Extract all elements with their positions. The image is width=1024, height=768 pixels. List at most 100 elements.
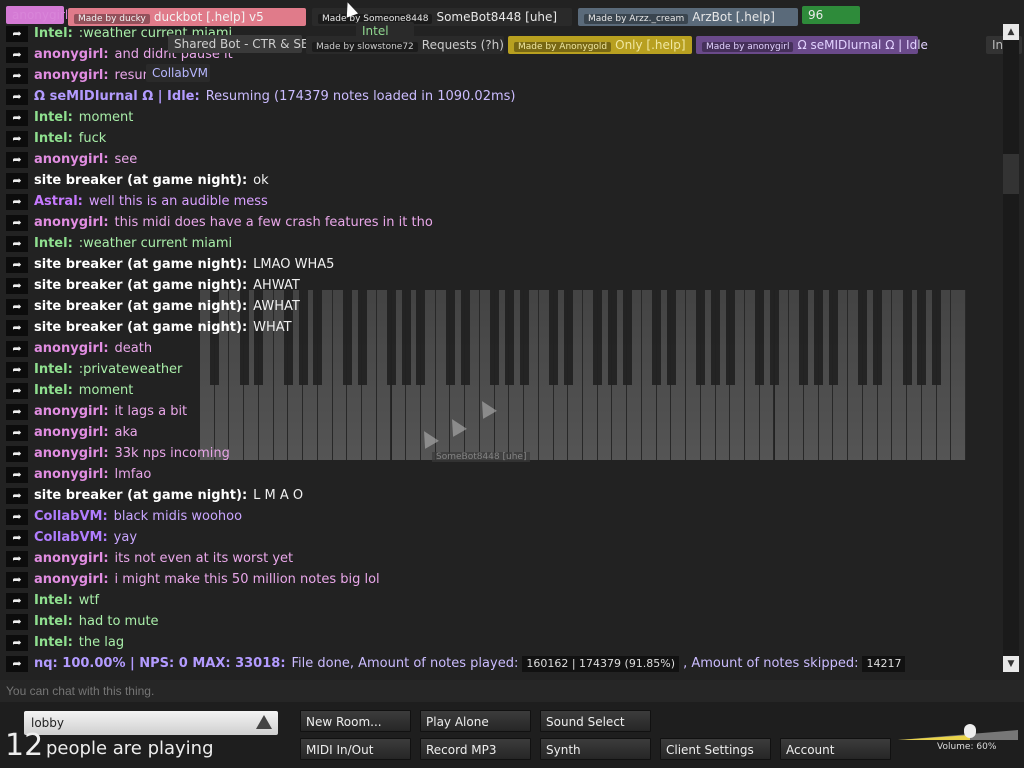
chat-author[interactable]: site breaker (at game night): bbox=[34, 278, 247, 293]
tag-only[interactable]: Made by Anonygold Only [.help] bbox=[508, 36, 692, 54]
chat-author[interactable]: Intel: bbox=[34, 131, 73, 146]
volume-knob[interactable] bbox=[964, 724, 976, 738]
reply-arrow-icon[interactable]: ➦ bbox=[6, 25, 28, 42]
reply-arrow-icon[interactable]: ➦ bbox=[6, 592, 28, 609]
reply-arrow-icon[interactable]: ➦ bbox=[6, 46, 28, 63]
reply-arrow-icon[interactable]: ➦ bbox=[6, 550, 28, 567]
reply-arrow-icon[interactable]: ➦ bbox=[6, 214, 28, 231]
reply-arrow-icon[interactable]: ➦ bbox=[6, 277, 28, 294]
tag-anonygirl[interactable]: anonygirl bbox=[6, 6, 68, 24]
chat-author[interactable]: anonygirl: bbox=[34, 68, 109, 83]
notes-skipped-chip: 14217 bbox=[862, 656, 906, 672]
tag-duckbot[interactable]: Made by ducky duckbot [.help] v5 bbox=[68, 8, 306, 26]
chat-author[interactable]: CollabVM: bbox=[34, 509, 108, 524]
chat-author[interactable]: Intel: bbox=[34, 26, 73, 41]
reply-arrow-icon[interactable]: ➦ bbox=[6, 256, 28, 273]
synth-button[interactable]: Synth bbox=[540, 738, 651, 760]
tag-label: Ω seMIDIurnal Ω | Idle bbox=[797, 38, 928, 52]
chat-author[interactable]: anonygirl: bbox=[34, 551, 109, 566]
reply-arrow-icon[interactable]: ➦ bbox=[6, 613, 28, 630]
play-alone-button[interactable]: Play Alone bbox=[420, 710, 531, 732]
chat-author[interactable]: anonygirl: bbox=[34, 572, 109, 587]
reply-arrow-icon[interactable]: ➦ bbox=[6, 151, 28, 168]
record-mp3-button[interactable]: Record MP3 bbox=[420, 738, 531, 760]
chat-author[interactable]: CollabVM: bbox=[34, 530, 108, 545]
chat-log: ➦ Intel::weather current miami ➦ anonygirl:… bbox=[0, 24, 1004, 672]
chat-author[interactable]: anonygirl: bbox=[34, 446, 109, 461]
chat-author[interactable]: Intel: bbox=[34, 362, 73, 377]
chat-message: ➦ Intel: moment bbox=[6, 381, 133, 401]
chat-author[interactable]: Intel: bbox=[34, 110, 73, 125]
room-select[interactable]: lobby bbox=[24, 711, 278, 735]
reply-arrow-icon[interactable]: ➦ bbox=[6, 319, 28, 336]
reply-arrow-icon[interactable]: ➦ bbox=[6, 529, 28, 546]
chat-author[interactable]: Intel: bbox=[34, 635, 73, 650]
reply-arrow-icon[interactable]: ➦ bbox=[6, 109, 28, 126]
reply-arrow-icon[interactable]: ➦ bbox=[6, 235, 28, 252]
scroll-thumb[interactable] bbox=[1003, 154, 1019, 194]
reply-arrow-icon[interactable]: ➦ bbox=[6, 655, 28, 672]
sound-select-button[interactable]: Sound Select bbox=[540, 710, 651, 732]
chat-author[interactable]: nq: 100.00% | NPS: 0 MAX: 33018: bbox=[34, 656, 286, 671]
reply-arrow-icon[interactable]: ➦ bbox=[6, 130, 28, 147]
chat-author[interactable]: Intel: bbox=[34, 383, 73, 398]
chat-author[interactable]: site breaker (at game night): bbox=[34, 320, 247, 335]
chat-message: ➦ CollabVM: black midis woohoo bbox=[6, 507, 242, 527]
chat-author[interactable]: anonygirl: bbox=[34, 341, 109, 356]
chat-author[interactable]: anonygirl: bbox=[34, 215, 109, 230]
tag-semidiurnal[interactable]: Made by anonygirl Ω seMIDIurnal Ω | Idle bbox=[696, 36, 928, 54]
chat-message: ➦ Intel: fuck bbox=[6, 129, 106, 149]
reply-arrow-icon[interactable]: ➦ bbox=[6, 403, 28, 420]
reply-arrow-icon[interactable]: ➦ bbox=[6, 172, 28, 189]
chat-message: ➦ site breaker (at game night): L M A O bbox=[6, 486, 303, 506]
reply-arrow-icon[interactable]: ➦ bbox=[6, 298, 28, 315]
chat-author[interactable]: Intel: bbox=[34, 593, 73, 608]
chat-author[interactable]: site breaker (at game night): bbox=[34, 257, 247, 272]
chat-message: ➦ Ω seMIDIurnal Ω | Idle: Resuming (174379… bbox=[6, 87, 516, 107]
reply-arrow-icon[interactable]: ➦ bbox=[6, 67, 28, 84]
chat-author[interactable]: Ω seMIDIurnal Ω | Idle: bbox=[34, 89, 200, 104]
client-settings-button[interactable]: Client Settings bbox=[660, 738, 771, 760]
chat-author[interactable]: anonygirl: bbox=[34, 425, 109, 440]
tag-sharedbot[interactable]: Shared Bot - CTR & SB bbox=[168, 35, 309, 53]
reply-arrow-icon[interactable]: ➦ bbox=[6, 571, 28, 588]
chat-author[interactable]: Intel: bbox=[34, 614, 73, 629]
reply-arrow-icon[interactable]: ➦ bbox=[6, 508, 28, 525]
reply-arrow-icon[interactable]: ➦ bbox=[6, 361, 28, 378]
reply-arrow-icon[interactable]: ➦ bbox=[6, 487, 28, 504]
chat-author[interactable]: anonygirl: bbox=[34, 152, 109, 167]
tag-intel[interactable]: Intel bbox=[356, 22, 414, 40]
chat-input[interactable] bbox=[0, 680, 1024, 702]
reply-arrow-icon[interactable]: ➦ bbox=[6, 424, 28, 441]
chat-author[interactable]: anonygirl: bbox=[34, 404, 109, 419]
chat-author[interactable]: Intel: bbox=[34, 236, 73, 251]
tag-collabvm[interactable]: CollabVM bbox=[146, 64, 210, 82]
midi-in-out-button[interactable]: MIDI In/Out bbox=[300, 738, 411, 760]
chat-author[interactable]: site breaker (at game night): bbox=[34, 299, 247, 314]
chat-scrollbar[interactable]: ▲ ▼ bbox=[1003, 24, 1019, 672]
chat-text: well this is an audible mess bbox=[88, 194, 268, 209]
reply-arrow-icon[interactable]: ➦ bbox=[6, 88, 28, 105]
chat-author[interactable]: anonygirl: bbox=[34, 47, 109, 62]
volume-slider[interactable] bbox=[898, 724, 1018, 742]
reply-arrow-icon[interactable]: ➦ bbox=[6, 634, 28, 651]
chat-author[interactable]: site breaker (at game night): bbox=[34, 173, 247, 188]
chat-message: ➦ CollabVM: yay bbox=[6, 528, 137, 548]
scroll-up-icon[interactable]: ▲ bbox=[1003, 24, 1019, 40]
chat-author[interactable]: anonygirl: bbox=[34, 467, 109, 482]
reply-arrow-icon[interactable]: ➦ bbox=[6, 340, 28, 357]
scroll-down-icon[interactable]: ▼ bbox=[1003, 656, 1019, 672]
new-room-button[interactable]: New Room... bbox=[300, 710, 411, 732]
account-button[interactable]: Account bbox=[780, 738, 891, 760]
chat-author[interactable]: Astral: bbox=[34, 194, 83, 209]
reply-arrow-icon[interactable]: ➦ bbox=[6, 466, 28, 483]
reply-arrow-icon[interactable]: ➦ bbox=[6, 382, 28, 399]
tag-arzbot[interactable]: Made by Arzz._cream ArzBot [.help] bbox=[578, 8, 798, 26]
chat-author[interactable]: site breaker (at game night): bbox=[34, 488, 247, 503]
chat-message: ➦ anonygirl: lmfao bbox=[6, 465, 151, 485]
reply-arrow-icon[interactable]: ➦ bbox=[6, 445, 28, 462]
chat-text: wtf bbox=[78, 593, 100, 608]
tag-96[interactable]: 96 bbox=[802, 6, 860, 24]
reply-arrow-icon[interactable]: ➦ bbox=[6, 193, 28, 210]
chat-text: the lag bbox=[78, 635, 125, 650]
